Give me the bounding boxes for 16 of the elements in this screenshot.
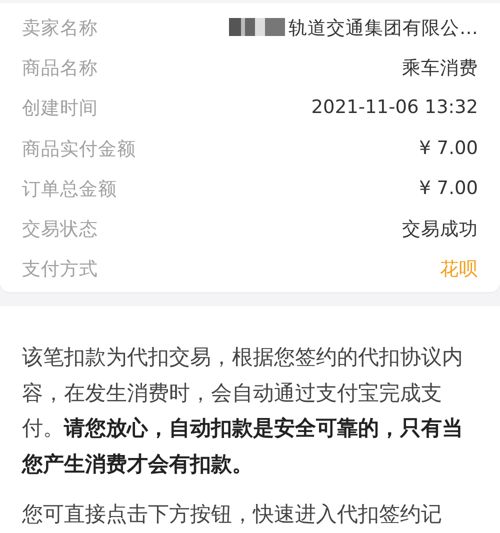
field-label: 商品实付金额 bbox=[22, 138, 136, 161]
field-value: ¥ 7.00 bbox=[419, 178, 478, 199]
field-value: 交易成功 bbox=[402, 218, 478, 242]
field-value: 花呗 bbox=[440, 258, 478, 282]
field-label: 创建时间 bbox=[22, 97, 98, 120]
field-value: ¥ 7.00 bbox=[419, 138, 478, 159]
field-label: 交易状态 bbox=[22, 218, 98, 242]
field-value: 轨道交通集团有限公… bbox=[288, 16, 478, 40]
field-label: 支付方式 bbox=[22, 258, 98, 282]
notice-paragraph: 您可直接点击下方按钮，快速进入代扣签约记 bbox=[22, 501, 443, 528]
field-label: 商品名称 bbox=[22, 56, 98, 80]
field-value: 乘车消费 bbox=[402, 56, 478, 80]
field-value: 2021-11-06 13:32 bbox=[311, 97, 478, 118]
field-label: 订单总金额 bbox=[22, 178, 117, 201]
notice-paragraph: 该笔扣款为代扣交易，根据您签约的代扣协议内容，在发生消费时，会自动通过支付宝完成支付。请您放心，自动扣款是安全可靠的，只有当您产生消费才会有扣款。 bbox=[22, 344, 464, 478]
field-label: 卖家名称 bbox=[22, 16, 98, 40]
